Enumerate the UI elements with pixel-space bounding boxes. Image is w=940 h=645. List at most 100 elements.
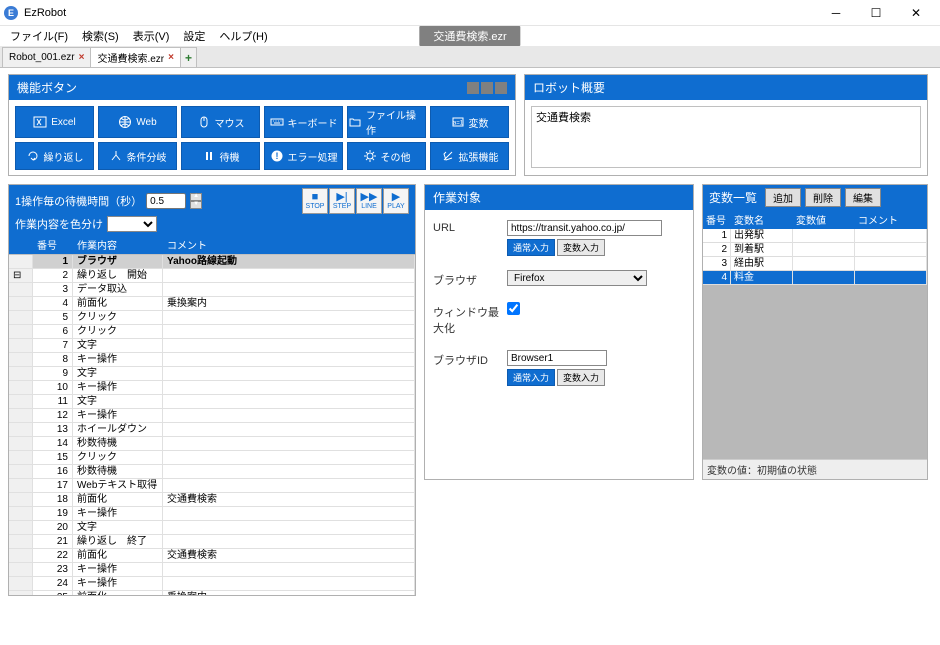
fn-extension-button[interactable]: 拡張機能 bbox=[430, 142, 509, 170]
spin-up[interactable]: ▲ bbox=[190, 193, 202, 201]
color-combo[interactable] bbox=[107, 216, 157, 232]
panel-indicators bbox=[467, 82, 507, 94]
variable-input-button[interactable]: 変数入力 bbox=[557, 239, 605, 256]
fn-other-button[interactable]: その他 bbox=[347, 142, 426, 170]
delete-variable-button[interactable]: 削除 bbox=[805, 188, 841, 207]
play-button[interactable]: ▶PLAY bbox=[383, 188, 409, 214]
normal-input-button-2[interactable]: 通常入力 bbox=[507, 369, 555, 386]
tab-kotsuhi[interactable]: 交通費検索.ezr × bbox=[90, 47, 181, 67]
step-button[interactable]: ▶|STEP bbox=[329, 188, 355, 214]
gear-icon bbox=[363, 149, 377, 163]
table-row[interactable]: 18前面化交通費検索 bbox=[9, 493, 415, 507]
table-row[interactable]: 16秒数待機 bbox=[9, 465, 415, 479]
menu-view[interactable]: 表示(V) bbox=[127, 26, 176, 46]
table-row[interactable]: 13ホイールダウン bbox=[9, 423, 415, 437]
window-max-checkbox[interactable] bbox=[507, 302, 520, 315]
table-row[interactable]: 21繰り返し 終了 bbox=[9, 535, 415, 549]
vars-footer: 変数の値：初期値の状態 bbox=[703, 459, 927, 479]
fn-file-button[interactable]: ファイル操作 bbox=[347, 106, 426, 138]
fn-error-button[interactable]: !エラー処理 bbox=[264, 142, 343, 170]
excel-icon bbox=[33, 115, 47, 129]
fn-wait-button[interactable]: 待機 bbox=[181, 142, 260, 170]
url-label: URL bbox=[433, 220, 503, 234]
table-row[interactable]: 15クリック bbox=[9, 451, 415, 465]
table-row[interactable]: 8キー操作 bbox=[9, 353, 415, 367]
target-panel: 作業対象 URL 通常入力 変数入力 ブラウザ Firefox ウィンドウ最大化… bbox=[424, 184, 694, 480]
table-row[interactable]: 6クリック bbox=[9, 325, 415, 339]
table-row[interactable]: 4料金 bbox=[703, 271, 927, 285]
panel-title: ロボット概要 bbox=[533, 79, 605, 96]
url-input[interactable] bbox=[507, 220, 662, 236]
error-icon: ! bbox=[270, 149, 284, 163]
browser-select[interactable]: Firefox bbox=[507, 270, 647, 286]
fn-web-button[interactable]: Web bbox=[98, 106, 177, 138]
stop-button[interactable]: ■STOP bbox=[302, 188, 328, 214]
tab-robot001[interactable]: Robot_001.ezr × bbox=[2, 47, 91, 67]
globe-icon bbox=[118, 115, 132, 129]
variable-icon: a=1 bbox=[451, 115, 465, 129]
table-row[interactable]: 3データ取込 bbox=[9, 283, 415, 297]
window-title: EzRobot bbox=[24, 7, 66, 19]
fn-mouse-button[interactable]: マウス bbox=[181, 106, 260, 138]
spin-down[interactable]: ▼ bbox=[190, 201, 202, 209]
variable-input-button-2[interactable]: 変数入力 bbox=[557, 369, 605, 386]
table-row[interactable]: 1ブラウザYahoo路線起動 bbox=[9, 255, 415, 269]
menu-search[interactable]: 検索(S) bbox=[76, 26, 125, 46]
stop-icon: ■ bbox=[312, 192, 319, 203]
svg-text:a=1: a=1 bbox=[452, 121, 463, 127]
table-row[interactable]: 14秒数待機 bbox=[9, 437, 415, 451]
table-row[interactable]: 24キー操作 bbox=[9, 577, 415, 591]
steps-column-headers: 番号 作業内容 コメント bbox=[9, 235, 415, 254]
close-icon[interactable]: × bbox=[79, 52, 85, 63]
table-row[interactable]: 3経由駅 bbox=[703, 257, 927, 271]
wait-time-input[interactable] bbox=[146, 193, 186, 209]
line-button[interactable]: ▶▶LINE bbox=[356, 188, 382, 214]
table-row[interactable]: 10キー操作 bbox=[9, 381, 415, 395]
menu-settings[interactable]: 設定 bbox=[177, 26, 211, 46]
edit-variable-button[interactable]: 編集 bbox=[845, 188, 881, 207]
menu-help[interactable]: ヘルプ(H) bbox=[213, 26, 273, 46]
close-icon[interactable]: × bbox=[168, 52, 174, 63]
add-variable-button[interactable]: 追加 bbox=[765, 188, 801, 207]
minimize-button[interactable]: ─ bbox=[816, 0, 856, 26]
table-row[interactable]: 22前面化交通費検索 bbox=[9, 549, 415, 563]
table-row[interactable]: 20文字 bbox=[9, 521, 415, 535]
browser-id-input[interactable] bbox=[507, 350, 607, 366]
table-row[interactable]: 23キー操作 bbox=[9, 563, 415, 577]
window-max-label: ウィンドウ最大化 bbox=[433, 302, 503, 336]
document-tabs: Robot_001.ezr × 交通費検索.ezr × + bbox=[0, 46, 940, 68]
normal-input-button[interactable]: 通常入力 bbox=[507, 239, 555, 256]
table-row[interactable]: 11文字 bbox=[9, 395, 415, 409]
menu-file[interactable]: ファイル(F) bbox=[4, 26, 74, 46]
steps-grid[interactable]: 1ブラウザYahoo路線起動⊟2繰り返し 開始3データ取込4前面化乗換案内5クリ… bbox=[9, 254, 415, 595]
panel-title: 機能ボタン bbox=[17, 79, 77, 96]
table-row[interactable]: 7文字 bbox=[9, 339, 415, 353]
plus-icon: + bbox=[185, 51, 192, 65]
table-row[interactable]: 17Webテキスト取得 bbox=[9, 479, 415, 493]
robot-overview-text[interactable]: 交通費検索 bbox=[531, 106, 921, 168]
table-row[interactable]: 25前面化乗換案内 bbox=[9, 591, 415, 595]
table-row[interactable]: 4前面化乗換案内 bbox=[9, 297, 415, 311]
panel-title: 作業対象 bbox=[433, 189, 481, 206]
fn-branch-button[interactable]: 条件分岐 bbox=[98, 142, 177, 170]
panel-title: 変数一覧 bbox=[709, 189, 757, 206]
vars-grid[interactable]: 1出発駅2到着駅3経由駅4料金 bbox=[703, 229, 927, 459]
fn-excel-button[interactable]: Excel bbox=[15, 106, 94, 138]
maximize-button[interactable]: ☐ bbox=[856, 0, 896, 26]
table-row[interactable]: 1出発駅 bbox=[703, 229, 927, 243]
keyboard-icon bbox=[270, 115, 284, 129]
tab-new[interactable]: + bbox=[180, 47, 197, 67]
table-row[interactable]: 12キー操作 bbox=[9, 409, 415, 423]
tools-icon bbox=[441, 149, 455, 163]
branch-icon bbox=[109, 149, 123, 163]
table-row[interactable]: 2到着駅 bbox=[703, 243, 927, 257]
fn-keyboard-button[interactable]: キーボード bbox=[264, 106, 343, 138]
document-name-badge: 交通費検索.ezr bbox=[419, 26, 520, 46]
table-row[interactable]: ⊟2繰り返し 開始 bbox=[9, 269, 415, 283]
fn-loop-button[interactable]: 繰り返し bbox=[15, 142, 94, 170]
fn-variable-button[interactable]: a=1変数 bbox=[430, 106, 509, 138]
table-row[interactable]: 5クリック bbox=[9, 311, 415, 325]
table-row[interactable]: 19キー操作 bbox=[9, 507, 415, 521]
close-button[interactable]: ✕ bbox=[896, 0, 936, 26]
table-row[interactable]: 9文字 bbox=[9, 367, 415, 381]
